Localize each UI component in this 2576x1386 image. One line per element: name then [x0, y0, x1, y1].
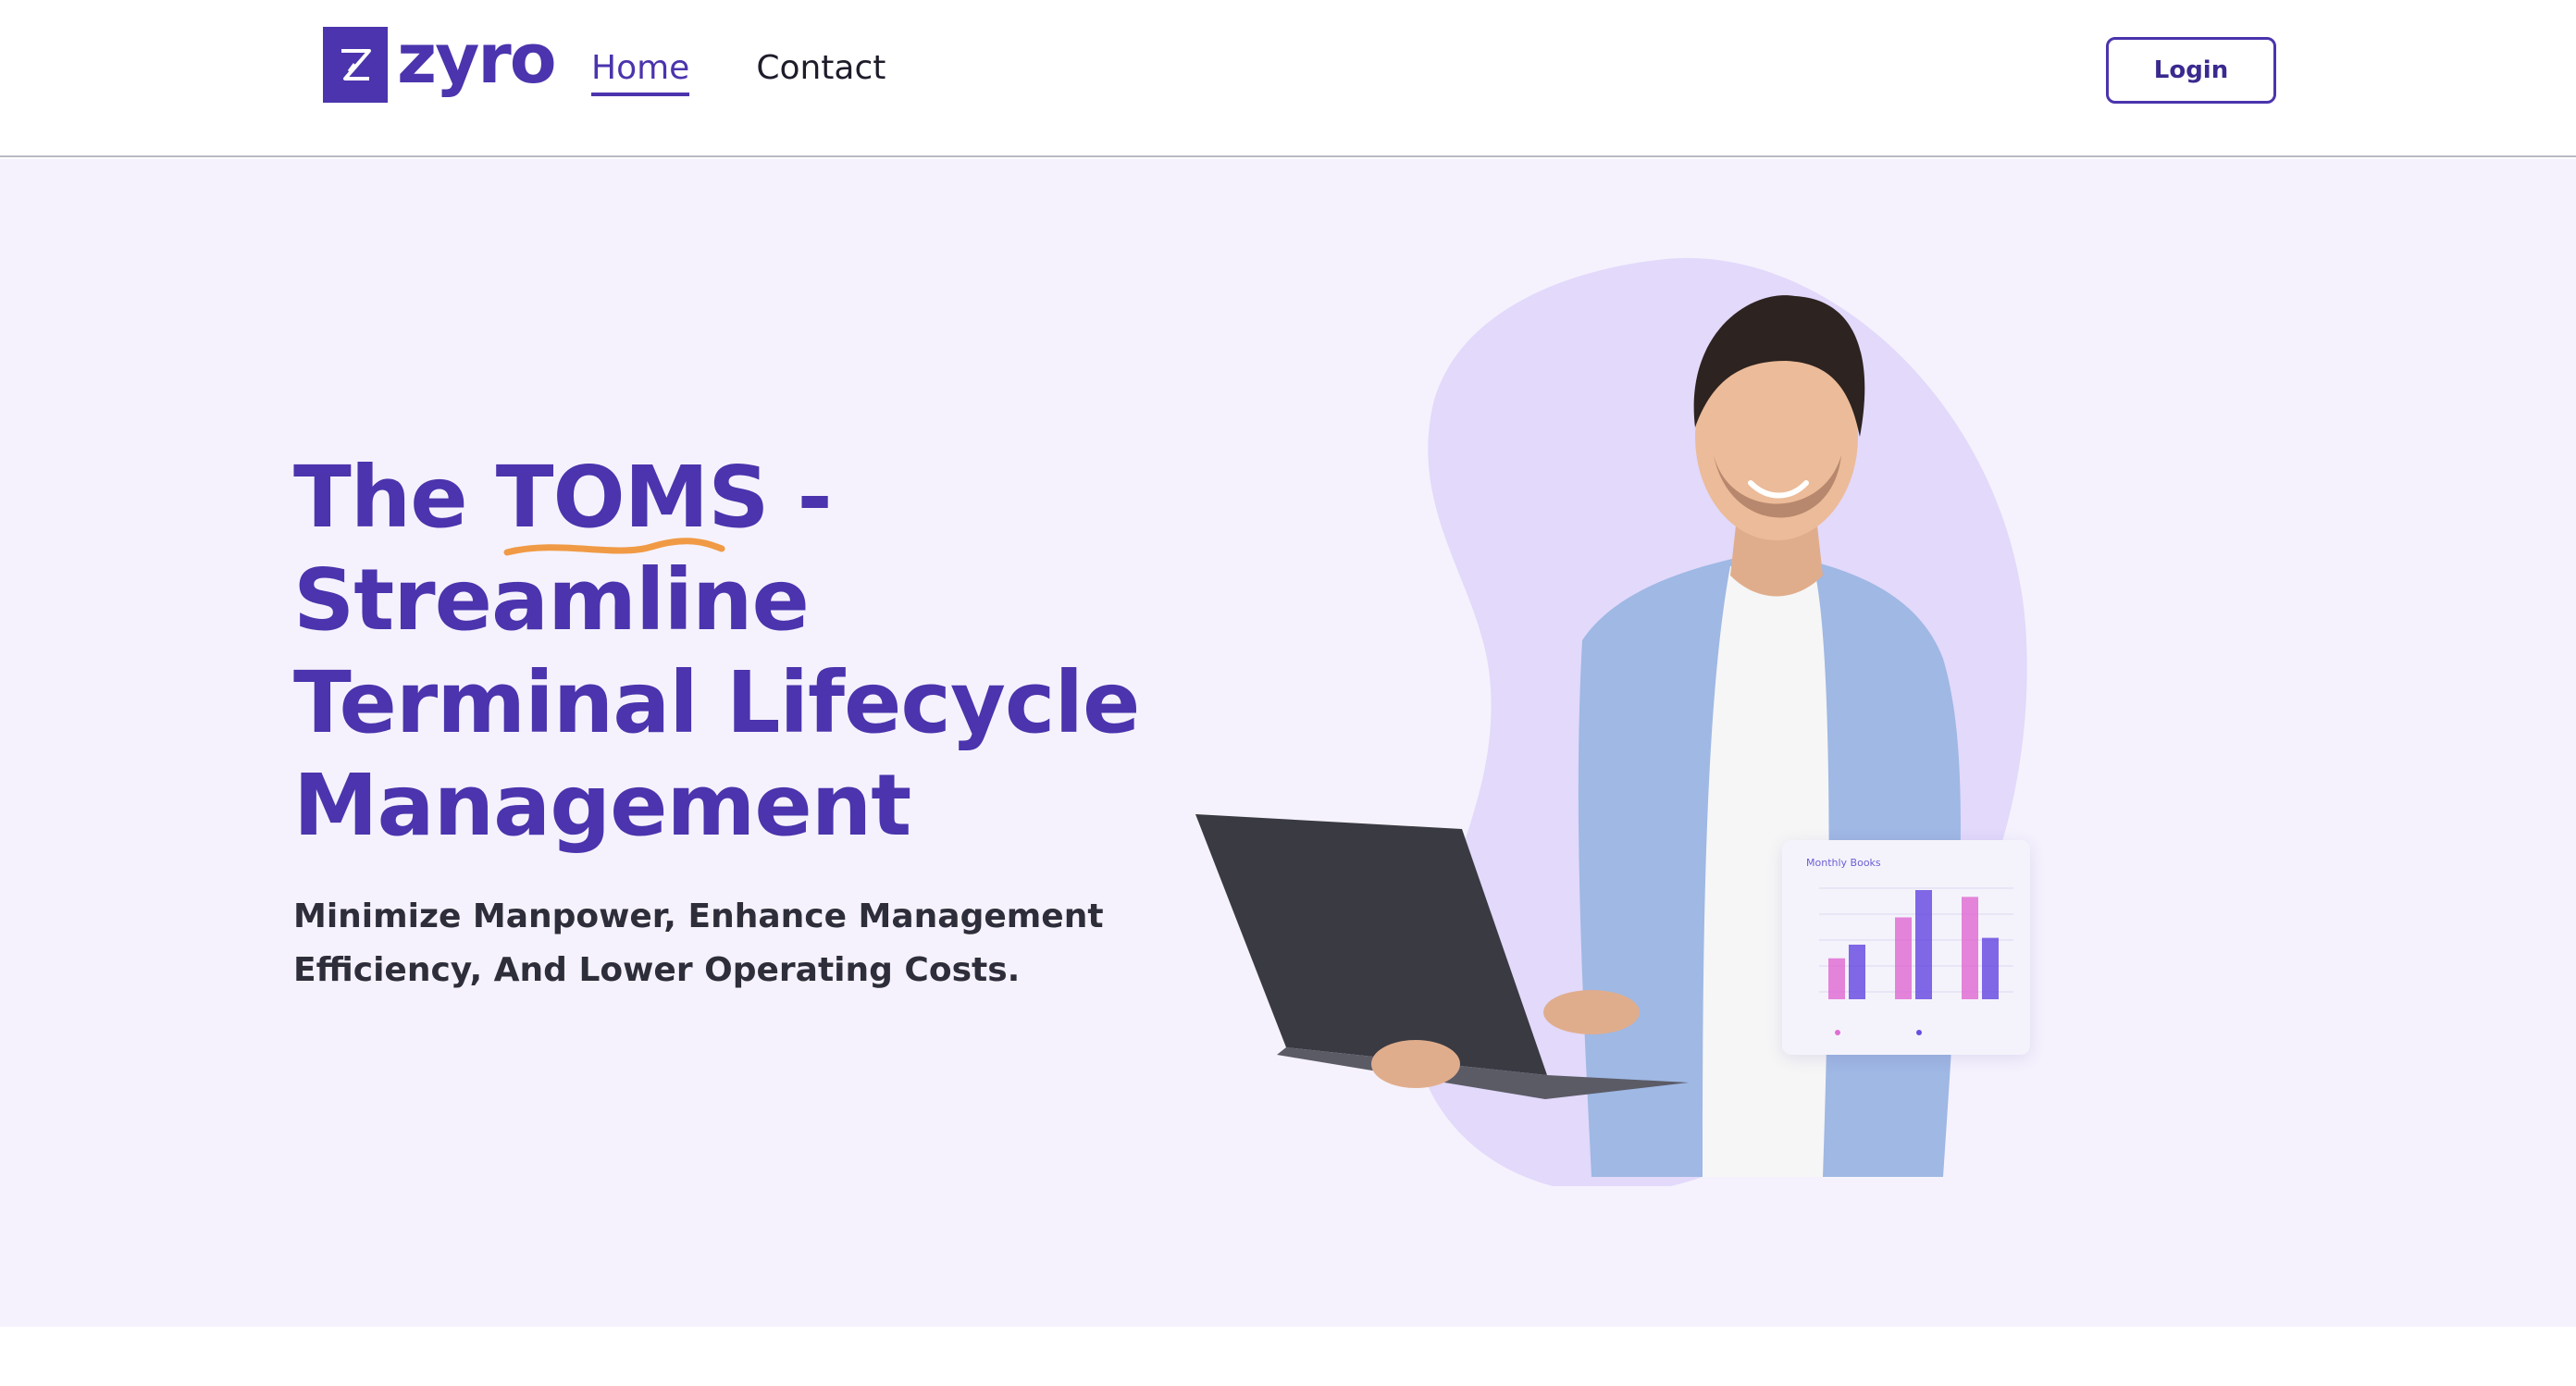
main-nav: Home Contact	[591, 46, 886, 96]
title-line-terminal: Terminal Lifecycle	[293, 653, 1140, 752]
title-word-the: The	[293, 448, 468, 547]
title-line-streamline: Streamline	[293, 551, 810, 650]
subtitle-line-1: Minimize Manpower, Enhance Management	[293, 897, 1104, 935]
logo-icon	[323, 27, 388, 103]
nav-home-link[interactable]: Home	[591, 46, 690, 96]
mini-chart-bars	[1828, 890, 1999, 999]
monthly-books-chart: Monthly Books	[1782, 840, 2030, 1055]
chart-bar	[1828, 958, 1845, 999]
chart-bar	[1982, 937, 1999, 999]
mini-chart-plot	[1819, 887, 2013, 1035]
login-button[interactable]: Login	[2106, 37, 2276, 104]
title-dash: -	[797, 448, 833, 547]
hero-title: The TOMS - Streamline Terminal Lifecycle…	[293, 446, 1140, 857]
right-hand	[1543, 990, 1640, 1034]
site-header: zyro Home Contact Login	[0, 0, 2576, 157]
left-hand	[1371, 1040, 1460, 1088]
legend-dot	[1916, 1030, 1922, 1035]
chart-bar	[1962, 897, 1978, 999]
chart-bar	[1915, 890, 1932, 999]
chart-bar	[1849, 945, 1865, 999]
legend-dot	[1835, 1030, 1840, 1035]
chart-bar	[1895, 917, 1912, 999]
subtitle-line-2: Efficiency, And Lower Operating Costs.	[293, 951, 1021, 989]
title-line-management: Management	[293, 756, 911, 855]
hero-subtitle: Minimize Manpower, Enhance Management Ef…	[293, 890, 1126, 997]
title-highlight-toms: TOMS	[496, 446, 769, 556]
nav-contact-link[interactable]: Contact	[756, 46, 886, 96]
highlight-underline-icon	[503, 538, 725, 556]
logo-wordmark: zyro	[397, 19, 557, 99]
brand-logo[interactable]: zyro	[323, 19, 557, 104]
hero-section: The TOMS - Streamline Terminal Lifecycle…	[0, 159, 2576, 1327]
